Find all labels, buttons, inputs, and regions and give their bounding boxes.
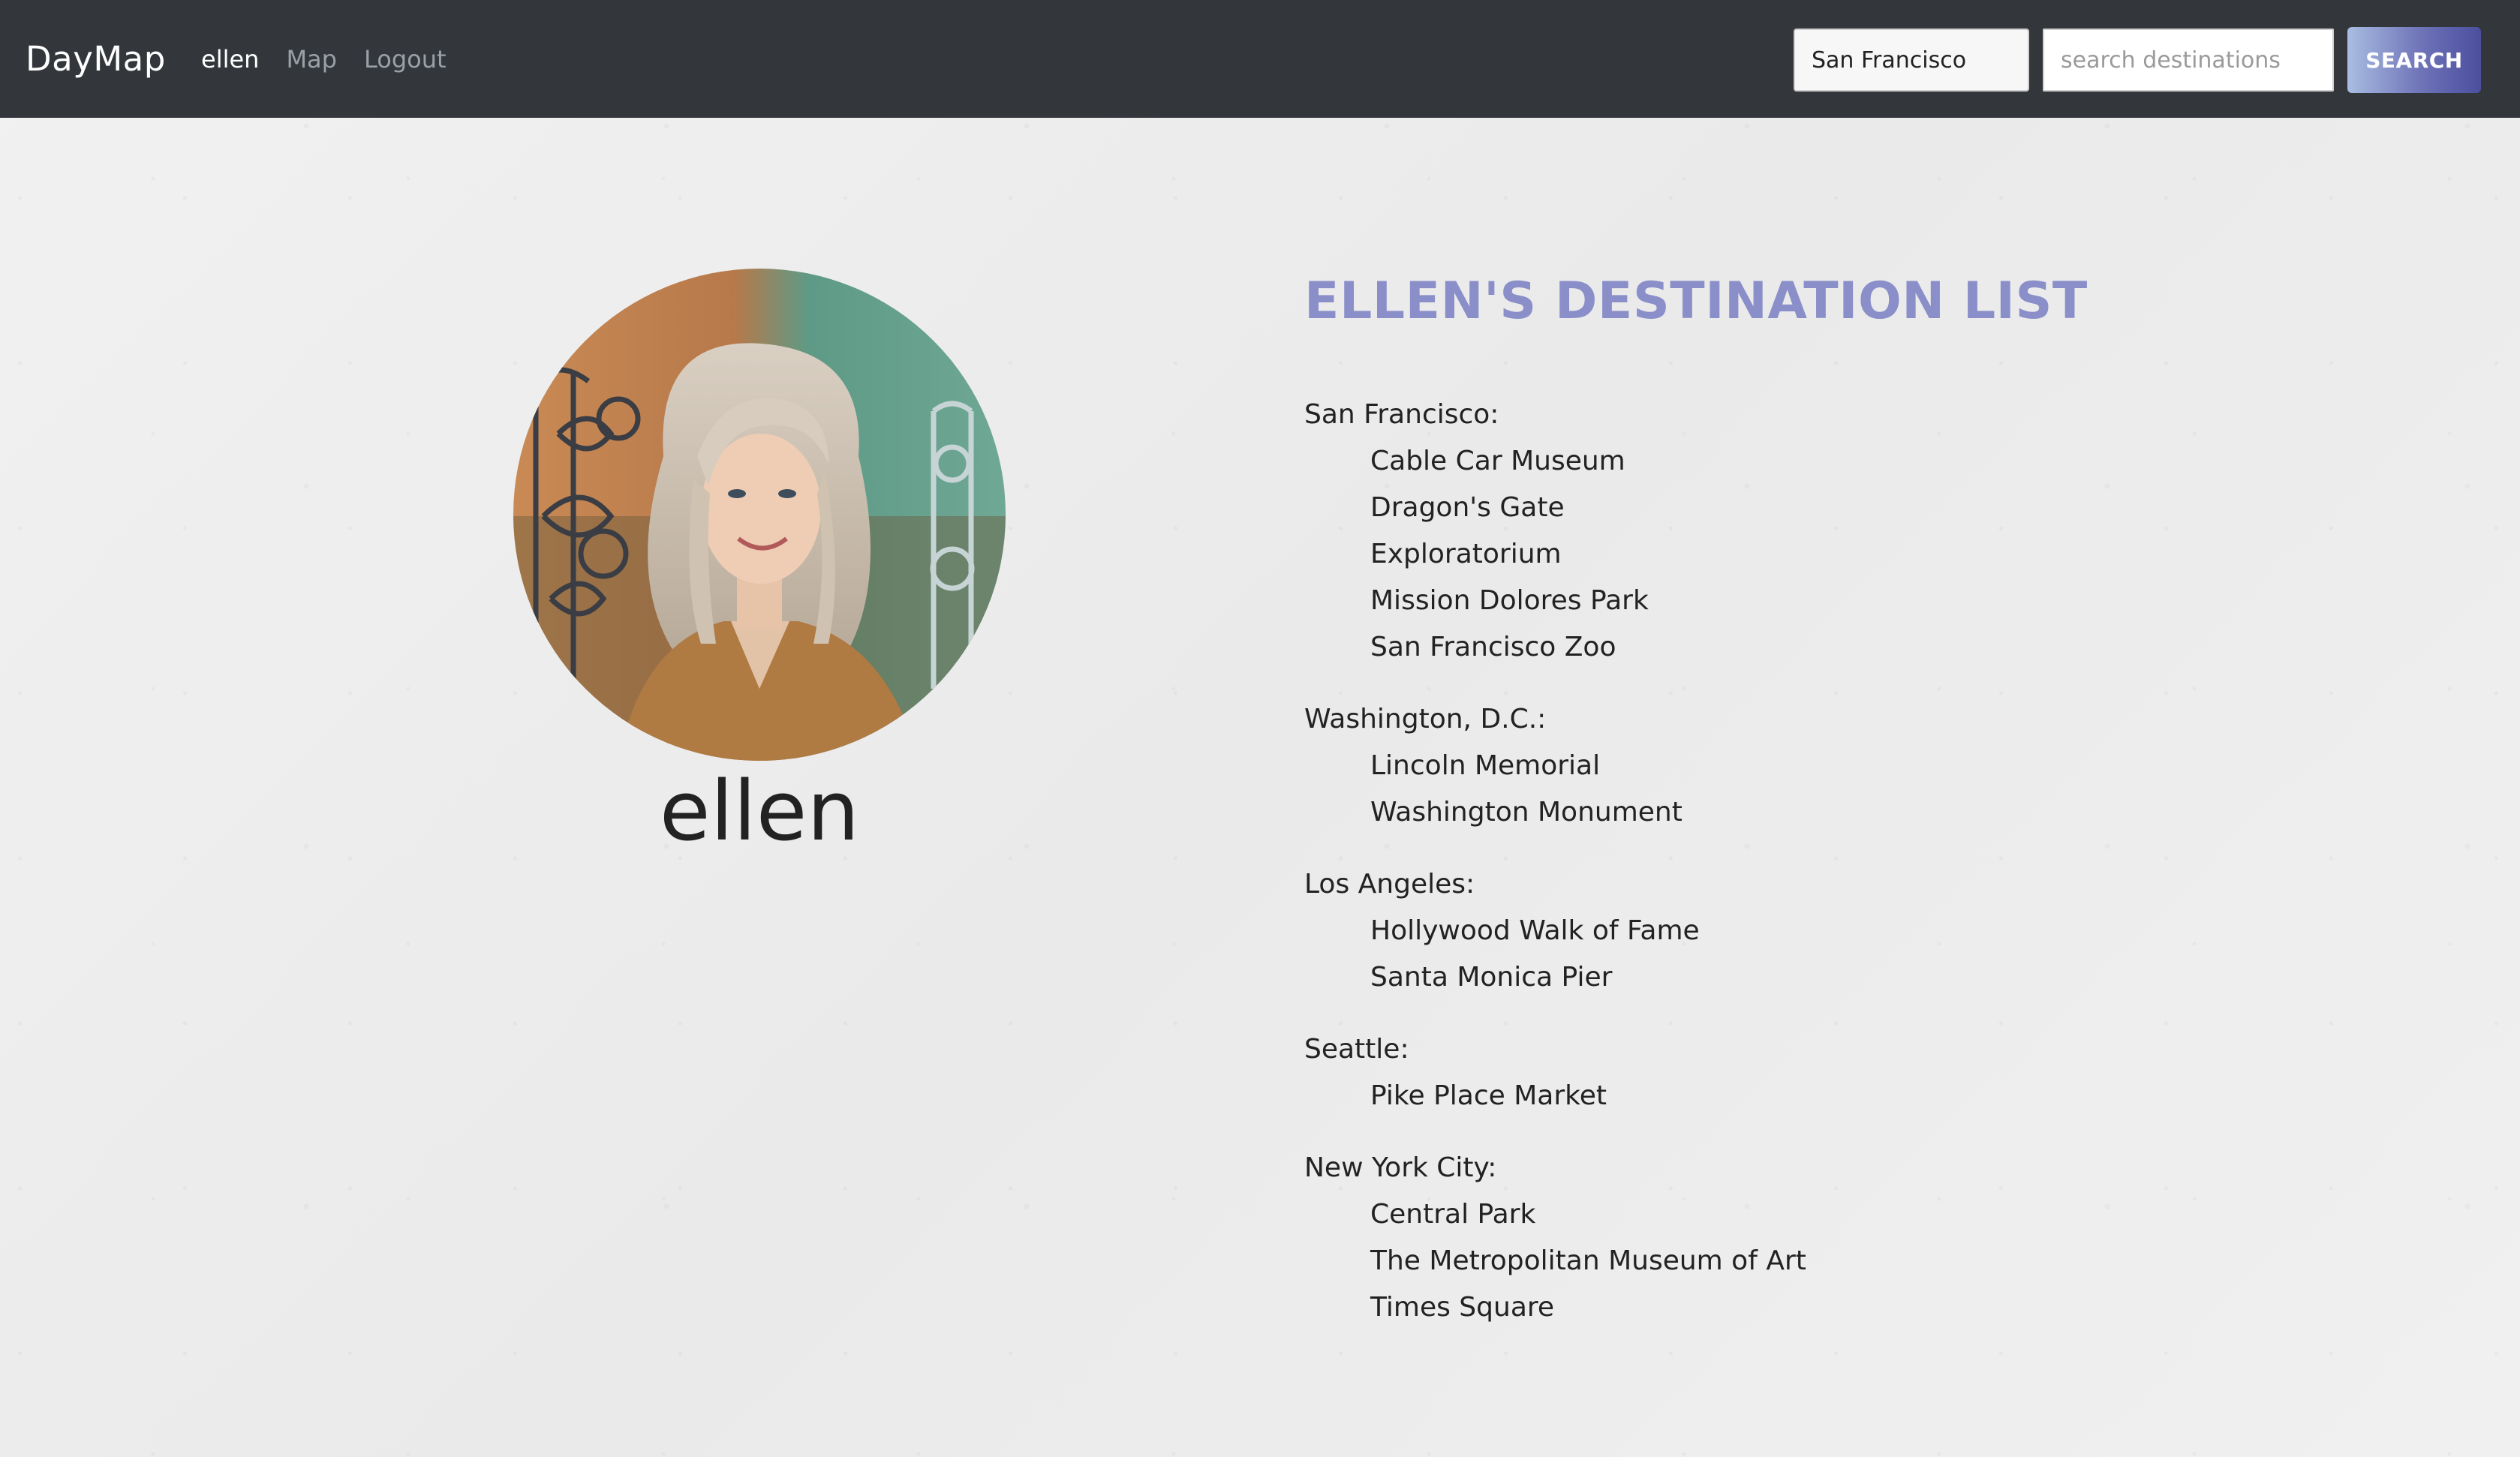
city-group-san-francisco: San Francisco: Cable Car Museum Dragon's…: [1304, 392, 2205, 671]
city-group-los-angeles: Los Angeles: Hollywood Walk of Fame Sant…: [1304, 861, 2205, 1001]
destination-item[interactable]: San Francisco Zoo: [1304, 624, 2205, 671]
destination-item[interactable]: Pike Place Market: [1304, 1073, 2205, 1119]
navbar: DayMap ellen Map Logout SEARCH: [0, 0, 2520, 118]
destination-search-input[interactable]: [2043, 29, 2334, 92]
city-heading: Los Angeles:: [1304, 869, 1475, 900]
destination-item[interactable]: Cable Car Museum: [1304, 438, 2205, 485]
destination-list: San Francisco: Cable Car Museum Dragon's…: [1304, 392, 2205, 1356]
city-heading: Washington, D.C.:: [1304, 704, 1547, 735]
destination-item[interactable]: Washington Monument: [1304, 789, 2205, 836]
search-button[interactable]: SEARCH: [2347, 27, 2481, 93]
destination-item[interactable]: Hollywood Walk of Fame: [1304, 908, 2205, 954]
city-group-new-york-city: New York City: Central Park The Metropol…: [1304, 1145, 2205, 1331]
city-heading: Seattle:: [1304, 1034, 1409, 1065]
city-heading: San Francisco:: [1304, 399, 1499, 430]
destination-item[interactable]: Santa Monica Pier: [1304, 954, 2205, 1001]
nav-link-logout[interactable]: Logout: [364, 45, 447, 74]
destination-item[interactable]: Mission Dolores Park: [1304, 578, 2205, 624]
search-bar: SEARCH: [1794, 27, 2481, 93]
city-group-seattle: Seattle: Pike Place Market: [1304, 1026, 2205, 1119]
city-heading: New York City:: [1304, 1152, 1497, 1183]
destination-item[interactable]: Times Square: [1304, 1284, 2205, 1331]
city-input[interactable]: [1794, 29, 2029, 92]
city-group-washington-dc: Washington, D.C.: Lincoln Memorial Washi…: [1304, 696, 2205, 836]
brand-logo[interactable]: DayMap: [26, 0, 166, 118]
avatar: [513, 269, 1006, 761]
destination-list-title: ELLEN'S DESTINATION LIST: [1304, 272, 2088, 331]
destination-item[interactable]: Lincoln Memorial: [1304, 743, 2205, 789]
destination-item[interactable]: The Metropolitan Museum of Art: [1304, 1238, 2205, 1284]
destination-item[interactable]: Dragon's Gate: [1304, 485, 2205, 531]
nav-links: ellen Map Logout: [201, 0, 447, 118]
nav-link-profile[interactable]: ellen: [201, 45, 259, 74]
profile-username: ellen: [659, 763, 860, 859]
nav-link-map[interactable]: Map: [286, 45, 337, 74]
destination-item[interactable]: Exploratorium: [1304, 531, 2205, 578]
destination-item[interactable]: Central Park: [1304, 1191, 2205, 1238]
